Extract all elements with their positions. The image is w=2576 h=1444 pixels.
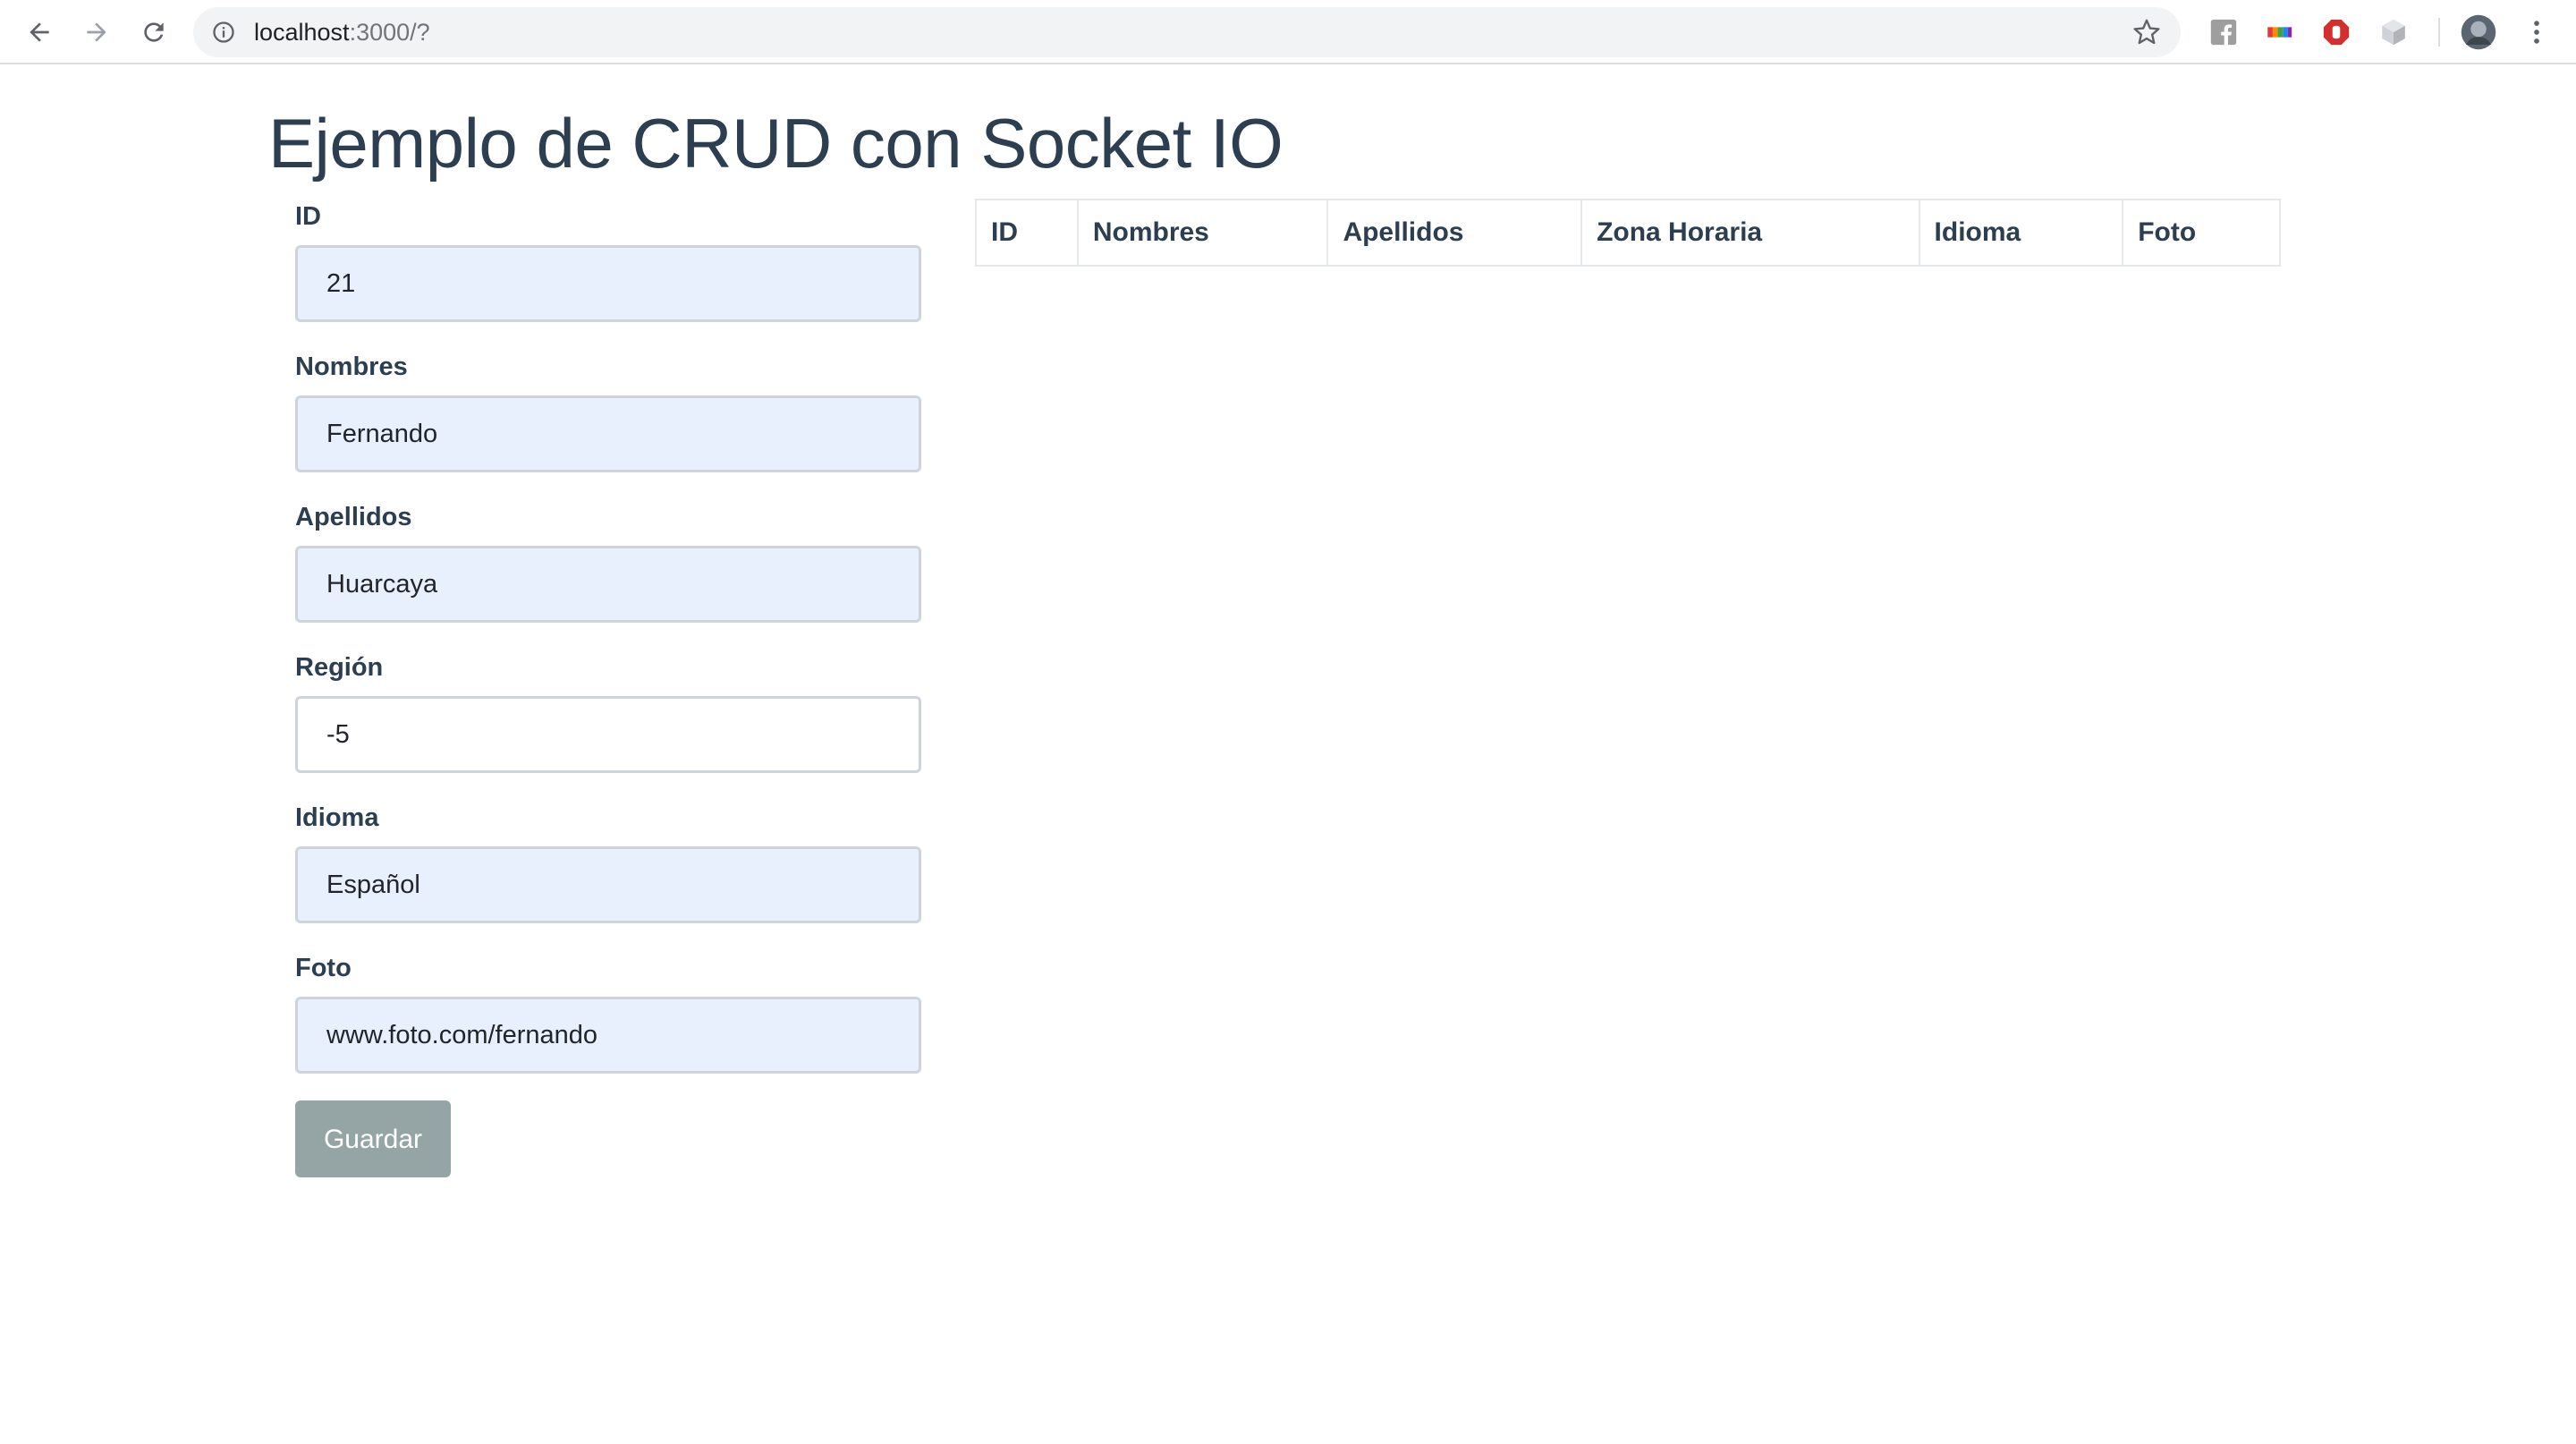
column-header-apellidos: Apellidos	[1326, 199, 1583, 267]
column-header-id: ID	[975, 199, 1079, 267]
forward-button[interactable]	[77, 13, 116, 52]
users-table: ID Nombres Apellidos Zona Horaria Idioma…	[975, 199, 2281, 267]
region-input[interactable]: -5	[295, 696, 921, 773]
url-host: localhost	[254, 19, 350, 46]
cube-icon[interactable]	[2377, 16, 2410, 48]
reload-button[interactable]	[134, 13, 174, 52]
arrow-right-icon	[87, 22, 106, 42]
toolbar-divider	[2438, 18, 2440, 47]
field-id: ID 21	[295, 197, 921, 322]
reload-icon	[144, 22, 164, 42]
browser-toolbar: localhost:3000/?	[0, 0, 2576, 64]
kebab-menu-icon[interactable]	[2521, 16, 2553, 48]
foto-input[interactable]: www.foto.com/fernando	[295, 997, 921, 1074]
field-foto: Foto www.foto.com/fernando	[295, 948, 921, 1074]
field-label: ID	[295, 202, 321, 231]
rainbow-extension-icon[interactable]	[2263, 16, 2295, 48]
field-label: Foto	[295, 954, 352, 982]
column-header-idioma: Idioma	[1918, 199, 2124, 267]
column-header-nombres: Nombres	[1076, 199, 1329, 267]
avatar-icon[interactable]	[2460, 13, 2497, 51]
address-bar[interactable]: localhost:3000/?	[193, 7, 2181, 57]
field-label: Región	[295, 653, 384, 682]
column-header-zona-horaria: Zona Horaria	[1580, 199, 1920, 267]
page-title: Ejemplo de CRUD con Socket IO	[268, 104, 1284, 183]
idioma-input[interactable]: Español	[295, 846, 921, 923]
id-input[interactable]: 21	[295, 245, 921, 322]
column-header-foto: Foto	[2122, 199, 2281, 267]
arrow-left-icon	[30, 22, 49, 42]
field-idioma: Idioma Español	[295, 798, 921, 923]
field-region: Región -5	[295, 648, 921, 773]
bookmark-star-icon[interactable]	[2132, 18, 2161, 47]
field-apellidos: Apellidos Huarcaya	[295, 497, 921, 623]
url-path: :3000/?	[349, 19, 430, 46]
save-button[interactable]: Guardar	[295, 1100, 451, 1177]
stop-sign-icon[interactable]	[2320, 16, 2352, 48]
table-header-row: ID Nombres Apellidos Zona Horaria Idioma…	[975, 199, 2281, 267]
field-nombres: Nombres Fernando	[295, 347, 921, 472]
nombres-input[interactable]: Fernando	[295, 395, 921, 472]
field-label: Nombres	[295, 353, 408, 381]
back-button[interactable]	[20, 13, 59, 52]
field-label: Idioma	[295, 803, 379, 832]
url-text[interactable]: localhost:3000/?	[254, 7, 430, 57]
facebook-icon[interactable]	[2207, 16, 2240, 48]
field-label: Apellidos	[295, 503, 412, 531]
apellidos-input[interactable]: Huarcaya	[295, 546, 921, 623]
info-icon[interactable]	[211, 20, 236, 45]
